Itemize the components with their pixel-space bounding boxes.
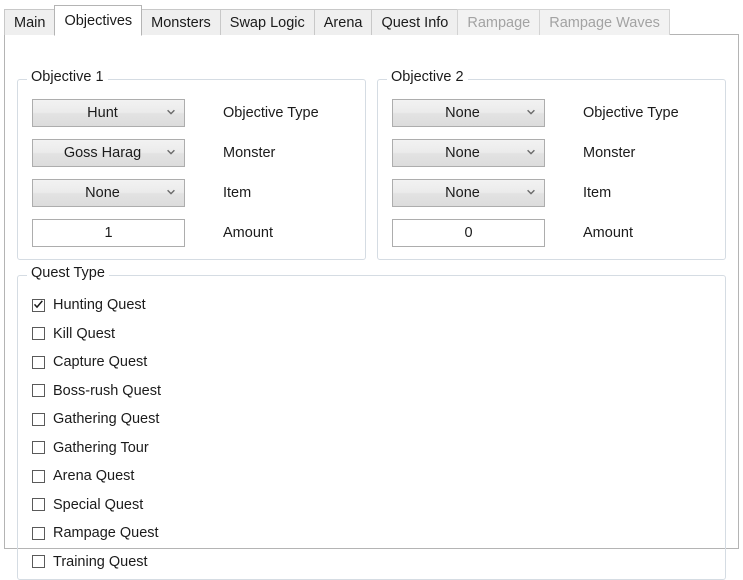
checkbox-label: Rampage Quest [53,525,159,541]
checkbox-unchecked-icon[interactable] [32,441,45,454]
combobox-value: Goss Harag [63,145,142,161]
checkbox-special-quest[interactable]: Special Quest [32,494,143,516]
chevron-down-icon [167,188,175,196]
field-row: Goss Harag Monster [32,139,275,167]
objective1-amount-input[interactable]: 1 [32,219,185,247]
chevron-down-icon [167,148,175,156]
combobox-value: None [85,185,120,201]
objective2-objective-type-combobox[interactable]: None [392,99,545,127]
objective1-item-combobox[interactable]: None [32,179,185,207]
checkbox-arena-quest[interactable]: Arena Quest [32,465,134,487]
combobox-value: None [445,105,480,121]
tab-monsters[interactable]: Monsters [141,9,221,35]
tab-strip: Main Objectives Monsters Swap Logic Arena Que… [4,4,739,36]
group-objective-1-title: Objective 1 [27,69,108,85]
objective2-item-label: Item [583,185,612,201]
field-row: Hunt Objective Type [32,99,319,127]
checkbox-capture-quest[interactable]: Capture Quest [32,351,147,373]
objective1-monster-label: Monster [223,145,276,161]
checkbox-unchecked-icon[interactable] [32,469,45,483]
field-row: 1 Amount [32,219,273,247]
field-row: None Monster [392,139,635,167]
combobox-value: None [445,145,480,161]
group-objective-1: Objective 1 Hunt Objective Type Goss Harag… [17,69,366,260]
checkbox-label: Gathering Tour [53,439,149,456]
tab-arena[interactable]: Arena [313,9,373,35]
chevron-down-icon [527,188,535,196]
tab-swap-logic[interactable]: Swap Logic [219,9,315,35]
objective2-amount-label: Amount [583,225,633,241]
objective1-objective-type-label: Objective Type [223,105,319,121]
checkbox-checked-icon[interactable] [32,298,45,312]
tab-main[interactable]: Main [4,9,56,35]
group-objective-2-title: Objective 2 [387,69,468,85]
objective2-objective-type-label: Objective Type [583,105,679,121]
checkbox-rampage-quest[interactable]: Rampage Quest [32,522,159,544]
chevron-down-icon [167,108,175,116]
tab-objectives[interactable]: Objectives [54,5,143,36]
checkbox-kill-quest[interactable]: Kill Quest [32,323,115,345]
checkbox-label: Arena Quest [53,468,135,484]
objective1-item-label: Item [223,185,252,201]
checkbox-label: Capture Quest [53,354,148,370]
checkbox-label: Boss-rush Quest [53,382,161,399]
objective1-objective-type-combobox[interactable]: Hunt [32,99,185,127]
tab-page-objectives: Objective 1 Hunt Objective Type Goss Harag… [4,34,739,580]
objective2-monster-label: Monster [583,145,636,161]
objective2-amount-input[interactable]: 0 [392,219,545,247]
combobox-value: None [445,185,480,201]
field-row: None Item [32,179,251,207]
checkbox-unchecked-icon[interactable] [32,384,45,397]
field-row: None Objective Type [392,99,679,127]
checkbox-unchecked-icon[interactable] [32,355,45,369]
checkbox-label: Kill Quest [53,325,116,342]
tab-rampage: Rampage [457,9,541,35]
checkbox-label: Special Quest [53,496,144,513]
combobox-value: Hunt [87,105,118,121]
checkbox-unchecked-icon[interactable] [32,526,45,540]
checkbox-gathering-tour[interactable]: Gathering Tour [32,437,149,459]
group-objective-2: Objective 2 None Objective Type None Monste… [377,69,726,260]
field-row: 0 Amount [392,219,633,247]
checkbox-unchecked-icon[interactable] [32,327,45,340]
objective2-item-combobox[interactable]: None [392,179,545,207]
checkbox-label: Hunting Quest [53,297,146,313]
checkbox-unchecked-icon[interactable] [32,498,45,511]
checkbox-unchecked-icon[interactable] [32,555,45,568]
checkbox-hunting-quest[interactable]: Hunting Quest [32,294,146,316]
input-value: 1 [104,225,113,241]
group-quest-type: Quest Type Hunting Quest Kill Quest Captur… [17,265,726,580]
objective2-monster-combobox[interactable]: None [392,139,545,167]
tab-rampage-waves: Rampage Waves [539,9,670,35]
checkbox-label: Training Quest [53,553,148,570]
checkbox-label: Gathering Quest [53,411,160,427]
group-quest-type-title: Quest Type [27,265,109,281]
input-value: 0 [464,225,473,241]
chevron-down-icon [527,148,535,156]
objective1-monster-combobox[interactable]: Goss Harag [32,139,185,167]
objective1-amount-label: Amount [223,225,273,241]
checkbox-boss-rush-quest[interactable]: Boss-rush Quest [32,380,161,402]
checkbox-unchecked-icon[interactable] [32,412,45,426]
checkbox-gathering-quest[interactable]: Gathering Quest [32,408,159,430]
tab-quest-info[interactable]: Quest Info [371,9,459,35]
field-row: None Item [392,179,611,207]
checkbox-training-quest[interactable]: Training Quest [32,551,148,573]
chevron-down-icon [527,108,535,116]
